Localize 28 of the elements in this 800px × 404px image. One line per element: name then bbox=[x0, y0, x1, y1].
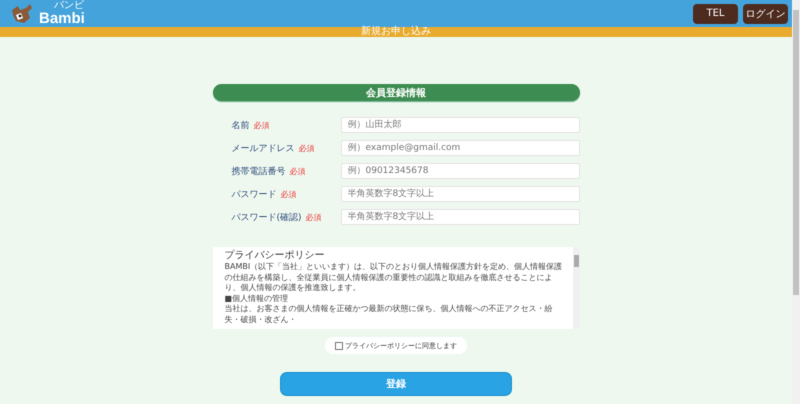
field-label: 携帯電話番号 bbox=[232, 166, 286, 178]
required-tag: 必須 bbox=[298, 142, 314, 154]
logo-ruby: バンビ bbox=[54, 1, 84, 11]
input-field[interactable]: 半角英数字8文字以上 bbox=[340, 186, 580, 202]
required-tag: 必須 bbox=[280, 188, 296, 200]
banner-text: 新規お申し込み bbox=[361, 27, 431, 37]
field-label: パスワード(確認) bbox=[232, 212, 302, 224]
page-scrollbar[interactable] bbox=[792, 0, 800, 404]
input-field[interactable]: 例）example@gmail.com bbox=[340, 140, 580, 156]
section-title: 会員登録情報 bbox=[212, 84, 580, 101]
header-button[interactable]: TEL bbox=[693, 4, 738, 24]
required-tag: 必須 bbox=[290, 166, 306, 176]
scrollbar[interactable] bbox=[572, 247, 580, 329]
header-button[interactable]: ログイン bbox=[743, 4, 788, 24]
input-field[interactable]: 例）山田太郎 bbox=[340, 117, 580, 133]
checkbox[interactable] bbox=[335, 342, 343, 350]
logo-text: Bambi bbox=[39, 11, 85, 26]
input-field[interactable]: 例）09012345678 bbox=[340, 163, 580, 179]
field-label: 名前 bbox=[232, 120, 250, 132]
field-label: メールアドレス bbox=[232, 142, 294, 154]
input-field[interactable]: 半角英数字8文字以上 bbox=[340, 209, 580, 225]
field-label: パスワード bbox=[232, 188, 276, 200]
required-tag: 必須 bbox=[306, 212, 322, 222]
required-tag: 必須 bbox=[254, 120, 270, 130]
policy-paragraph: 当社は、お客さまの個人情報を正確かつ最新の状態に保ち、個人情報への不正アクセス・紛失・破損・改ざん・ bbox=[224, 304, 554, 325]
policy-paragraph: BAMBI（以下「当社」といいます）は、以下のとおり個人情報保護方針を定め、個人情報保護の仕組みを構築し、全従業員に個人情報保護の重要性の認識と取組みを徹底させることにより、個人情報の保護を推進致します。 bbox=[224, 262, 562, 294]
policy-title: プライバシーポリシー bbox=[224, 250, 326, 262]
policy-paragraph: ■個人情報の管理 bbox=[224, 294, 290, 304]
